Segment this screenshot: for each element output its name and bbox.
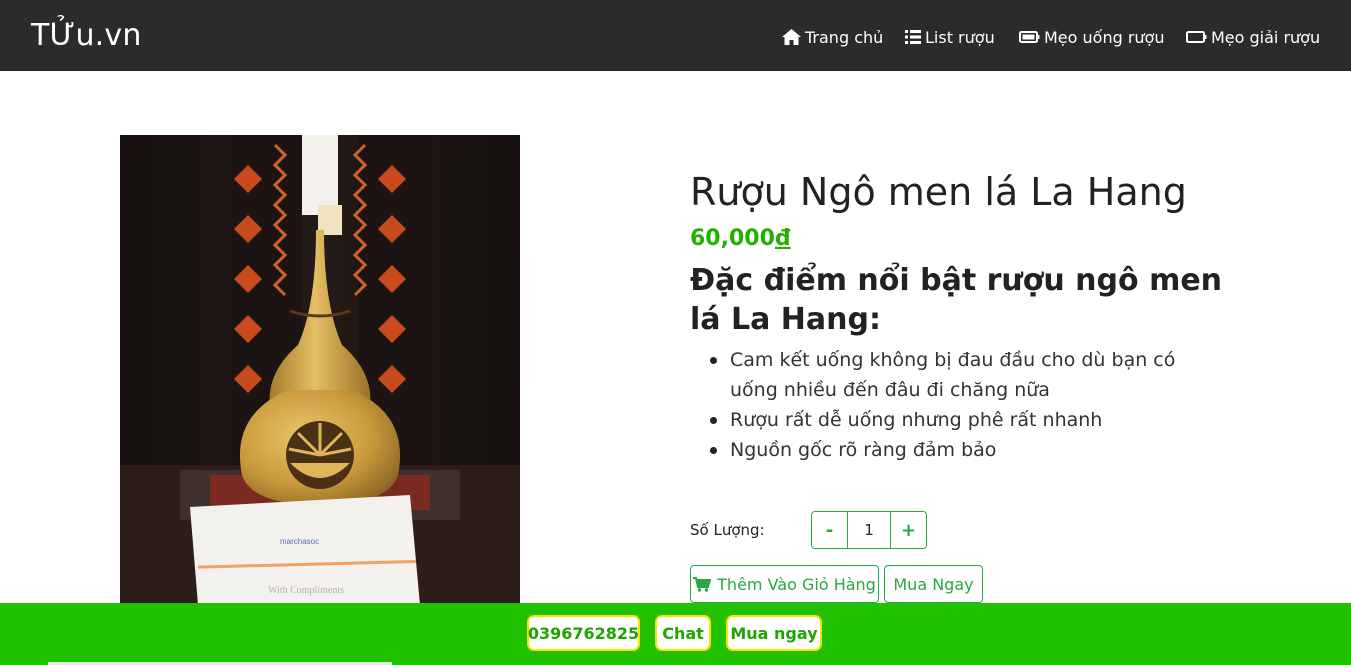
list-icon [905,30,921,44]
nav-item-label: Mẹo giải rượu [1211,27,1321,47]
price-currency: đ [774,226,791,251]
feature-item: Rượu rất dễ uống nhưng phê rất nhanh [710,405,1210,435]
nav-item-drinking-tips[interactable]: Mẹo uống rượu [1019,26,1164,48]
cart-icon [693,576,712,592]
nav-item-home[interactable]: Trang chủ [782,26,883,48]
nav-item-list[interactable]: List rượu [905,26,995,48]
battery-empty-icon [1186,31,1207,43]
quantity-label: Số Lượng: [690,521,765,539]
nav-item-hangover-tips[interactable]: Mẹo giải rượu [1186,26,1320,48]
feature-item: Cam kết uống không bị đau đầu cho dù bạn… [710,345,1210,405]
card-text: With Compliments [268,585,344,596]
top-navbar: TỬu.vn Trang chủ List rượu Mẹo uống rượu… [0,0,1351,71]
product-title: Rượu Ngô men lá La Hang [690,170,1187,214]
product-price: 60,000đ [690,226,791,251]
quantity-stepper: - + [811,511,927,549]
product-image: marchasoc With Compliments [120,135,520,605]
quantity-input[interactable] [847,512,891,548]
nav-item-label: List rượu [925,27,995,47]
battery-full-icon [1019,31,1040,43]
svg-text:marchasoc: marchasoc [280,537,319,546]
feature-list: Cam kết uống không bị đau đầu cho dù bạn… [710,345,1210,465]
order-now-button[interactable]: Mua ngay [726,615,822,651]
phone-button[interactable]: 0396762825 [527,615,640,651]
nav-item-label: Trang chủ [805,27,884,47]
features-heading: Đặc điểm nổi bật rượu ngô men lá La Hang… [690,263,1223,337]
home-icon [782,29,801,45]
nav-item-label: Mẹo uống rượu [1044,27,1165,47]
brand-logo[interactable]: TỬu.vn [31,18,142,53]
feature-item: Nguồn gốc rõ ràng đảm bảo [710,435,1210,465]
price-value: 60,000 [690,226,775,251]
add-to-cart-label: Thêm Vào Giỏ Hàng [717,574,876,594]
add-to-cart-button[interactable]: Thêm Vào Giỏ Hàng [690,565,879,603]
increment-button[interactable]: + [891,512,926,548]
bottom-contact-bar: 0396762825 Chat Mua ngay [0,603,1351,665]
chat-button[interactable]: Chat [655,615,711,651]
buy-now-button[interactable]: Mua Ngay [884,565,983,603]
decrement-button[interactable]: - [812,512,847,548]
